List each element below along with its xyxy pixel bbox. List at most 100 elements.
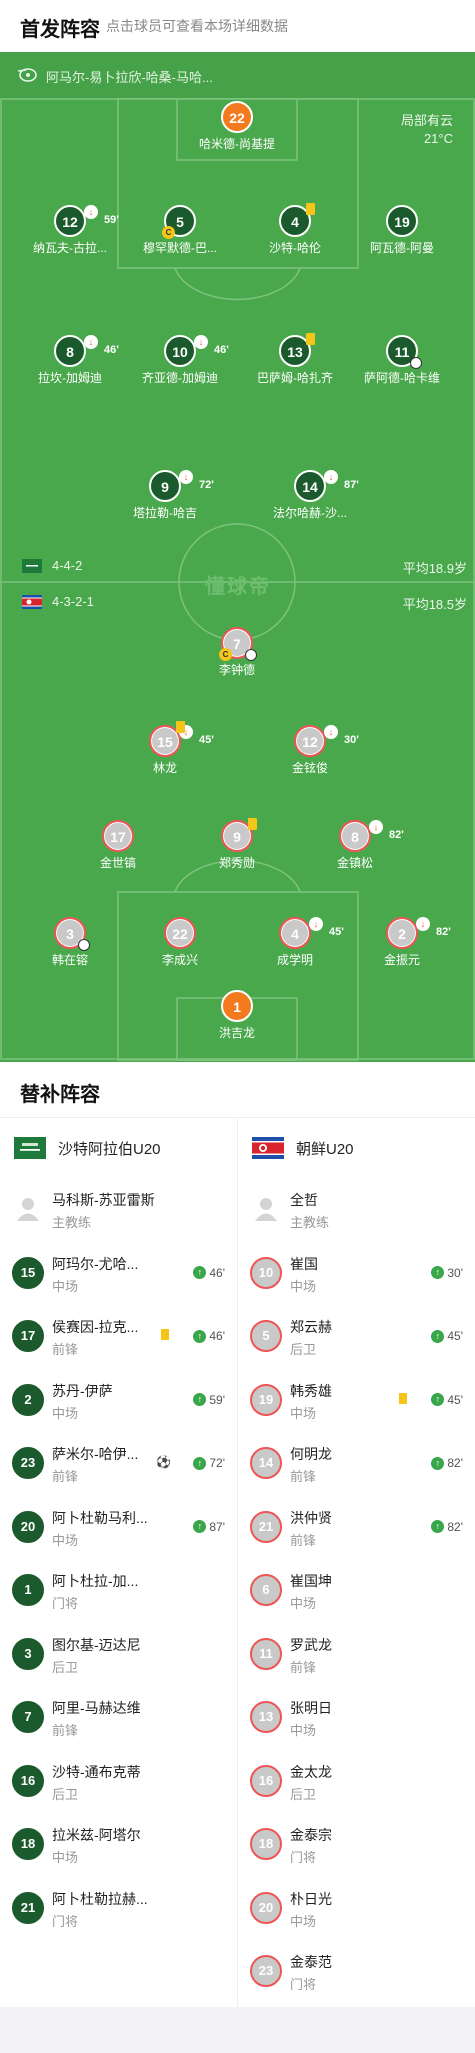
- player-name: 萨阿德-哈卡维: [364, 371, 440, 385]
- yellow-card-icon: [248, 818, 257, 830]
- home-player[interactable]: 8 ↓ 46' 拉坎-加姆迪: [15, 335, 125, 386]
- shirt-number: 21: [250, 1510, 282, 1543]
- shirt-number: 11: [386, 335, 422, 369]
- player-position: 前锋: [290, 1659, 317, 1675]
- sub-minute: 46': [214, 344, 229, 356]
- sub-in-time: ↑ 46': [193, 1266, 225, 1280]
- player-position: 中场: [290, 1913, 317, 1929]
- home-player[interactable]: 5 C 穆罕默德-巴...: [125, 205, 235, 256]
- substitute-row[interactable]: 2 苏丹-伊萨 中场 ↑ 59': [0, 1369, 237, 1433]
- home-player[interactable]: 12 ↓ 59' 纳瓦夫-古拉...: [15, 205, 125, 256]
- player-name: 萨米尔-哈伊...: [52, 1446, 139, 1462]
- saudi-flag-icon: [14, 1137, 46, 1159]
- sub-minute: 59': [104, 214, 119, 226]
- shirt-number: 12 ↓ 30': [294, 725, 359, 757]
- shirt-number: 10 ↓ 46': [164, 335, 229, 367]
- football-icon: ⚽: [156, 1455, 171, 1469]
- substituted-off-icon: ↓: [309, 917, 323, 931]
- away-player[interactable]: 2 ↓ 82' 金振元: [347, 917, 457, 968]
- shirt-number: 13: [250, 1701, 282, 1733]
- substitute-row[interactable]: 20 朴日光 中场: [238, 1877, 475, 1941]
- home-player[interactable]: 14 ↓ 87' 法尔哈赫-沙...: [255, 470, 365, 521]
- away-player[interactable]: 12 ↓ 30' 金铉俊: [255, 725, 365, 776]
- player-position: 门将: [52, 1913, 79, 1929]
- home-player[interactable]: 19 阿瓦德-阿曼: [347, 205, 457, 256]
- away-player[interactable]: 7 C 李钟德: [182, 627, 292, 678]
- substitute-row[interactable]: 20 阿卜杜勒马利... 中场 ↑ 87': [0, 1496, 237, 1560]
- substitute-row[interactable]: 3 图尔基-迈达尼 后卫: [0, 1623, 237, 1687]
- sub-minute: 72': [199, 479, 214, 491]
- sub-in-time: ↑ 82': [431, 1520, 463, 1534]
- home-player[interactable]: 22 哈米德-尚基提: [182, 101, 292, 152]
- substitute-row[interactable]: 7 阿里-马赫达维 前锋: [0, 1686, 237, 1750]
- player-position: 后卫: [290, 1342, 317, 1357]
- substitute-row[interactable]: 5 郑云赫 后卫 ↑ 45': [238, 1305, 475, 1369]
- away-player[interactable]: 17 金世镐: [63, 820, 173, 871]
- substitute-row[interactable]: 15 阿玛尔-尤哈... 中场 ↑ 46': [0, 1242, 237, 1306]
- substitute-row[interactable]: 23 萨米尔-哈伊... 前锋 ↑ 72' ⚽: [0, 1432, 237, 1496]
- home-player[interactable]: 4 沙特-哈伦: [240, 203, 350, 256]
- player-position: 中场: [290, 1596, 317, 1611]
- substitute-row[interactable]: 21 洪仲贤 前锋 ↑ 82': [238, 1496, 475, 1560]
- sub-minute: 72': [209, 1456, 225, 1470]
- home-coach-row[interactable]: 马科斯-苏亚雷斯 主教练: [0, 1178, 237, 1242]
- referee-bar: 阿马尔-易卜拉欣-哈桑-马哈...: [0, 52, 475, 98]
- away-coach-row[interactable]: 全哲 主教练: [238, 1178, 475, 1242]
- substitute-row[interactable]: 21 阿卜杜勒拉赫... 门将: [0, 1877, 237, 1941]
- home-formation-row: 4-4-2: [22, 558, 82, 573]
- away-player[interactable]: 1 洪吉龙: [182, 990, 292, 1041]
- substitute-row[interactable]: 1 阿卜杜拉-加... 门将: [0, 1559, 237, 1623]
- home-player[interactable]: 13 巴萨姆-哈扎齐: [240, 333, 350, 386]
- player-name: 韩秀雄: [290, 1382, 332, 1399]
- player-name: 洪吉龙: [218, 1026, 255, 1040]
- away-player[interactable]: 22 李成兴: [125, 917, 235, 968]
- shirt-number: 15: [12, 1256, 44, 1289]
- shirt-number: 16: [250, 1764, 282, 1797]
- away-player[interactable]: 9 郑秀勋: [182, 818, 292, 871]
- substitute-row[interactable]: 11 罗武龙 前锋: [238, 1623, 475, 1687]
- away-player[interactable]: 3 韩在镕: [15, 917, 125, 968]
- substitute-row[interactable]: 14 何明龙 前锋 ↑ 82': [238, 1432, 475, 1496]
- away-player[interactable]: 4 ↓ 45' 成学明: [240, 917, 350, 968]
- away-player[interactable]: 8 ↓ 82' 金镇松: [300, 820, 410, 871]
- shirt-number: 7: [12, 1701, 44, 1733]
- sub-minute: 82': [447, 1456, 463, 1470]
- substitute-row[interactable]: 23 金泰范 门将: [238, 1940, 475, 2004]
- player-position: 门将: [52, 1596, 79, 1611]
- home-player[interactable]: 11 萨阿德-哈卡维: [347, 335, 457, 386]
- substituted-on-icon: ↑: [193, 1520, 207, 1533]
- player-name: 崔国坤: [290, 1573, 332, 1589]
- substitute-row[interactable]: 10 崔国 中场 ↑ 30': [238, 1242, 475, 1306]
- substitute-row[interactable]: 19 韩秀雄 中场 ↑ 45': [238, 1369, 475, 1433]
- player-name: 金镇松: [336, 856, 373, 870]
- player-name: 金铉俊: [291, 761, 328, 775]
- yellow-card-icon: [399, 1392, 407, 1404]
- substitute-row[interactable]: 16 沙特-通布克蒂 后卫: [0, 1750, 237, 1814]
- substitute-row[interactable]: 17 侯赛因-拉克... 前锋 ↑ 46': [0, 1305, 237, 1369]
- away-player[interactable]: 15 ↓ 45' 林龙: [110, 721, 220, 776]
- player-name: 齐亚德-加姆迪: [142, 371, 218, 385]
- substitute-row[interactable]: 18 金泰宗 门将: [238, 1813, 475, 1877]
- shirt-number: 3: [12, 1637, 44, 1670]
- player-name: 沙特-通布克蒂: [52, 1763, 141, 1780]
- home-player[interactable]: 10 ↓ 46' 齐亚德-加姆迪: [125, 335, 235, 386]
- home-avg-age: 平均18.9岁: [402, 561, 467, 576]
- substitute-row[interactable]: 16 金太龙 后卫: [238, 1750, 475, 1814]
- saudi-flag-icon: [22, 558, 42, 573]
- substituted-on-icon: ↑: [193, 1456, 207, 1470]
- substituted-on-icon: ↑: [431, 1266, 445, 1279]
- substitute-row[interactable]: 6 崔国坤 中场: [238, 1559, 475, 1623]
- sub-in-time: ↑ 72': [193, 1456, 225, 1470]
- shirt-number: 8 ↓ 82': [339, 820, 404, 852]
- player-position: 中场: [290, 1278, 317, 1294]
- shirt-number: 9: [221, 818, 257, 852]
- substituted-off-icon: ↓: [324, 725, 338, 739]
- home-player[interactable]: 9 ↓ 72' 塔拉勒-哈吉: [110, 470, 220, 521]
- player-name: 林龙: [152, 761, 177, 775]
- player-name: 金振元: [383, 953, 420, 967]
- substitute-row[interactable]: 13 张明日 中场: [238, 1686, 475, 1750]
- coach-role: 主教练: [290, 1215, 330, 1230]
- shirt-number: 22: [164, 917, 196, 949]
- substitute-row[interactable]: 18 拉米兹-阿塔尔 中场: [0, 1813, 237, 1877]
- coach-avatar-icon: [255, 1198, 277, 1221]
